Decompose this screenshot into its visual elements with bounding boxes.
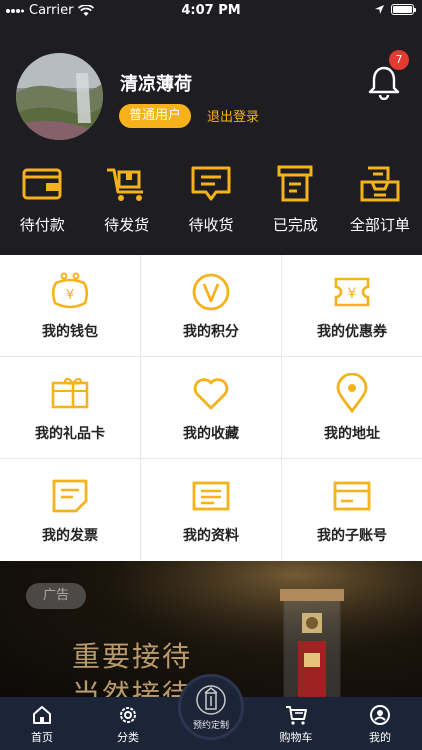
location-icon: [336, 372, 368, 413]
user-level-badge: 普通用户: [119, 104, 192, 128]
avatar[interactable]: [16, 53, 103, 140]
gift-card-icon: [51, 377, 89, 408]
menu-favorites[interactable]: 我的收藏: [141, 357, 281, 458]
sub-account-icon: [333, 481, 371, 511]
tab-category[interactable]: 分类: [93, 704, 163, 745]
order-all[interactable]: 全部订单: [338, 164, 422, 244]
menu-sub-account[interactable]: 我的子账号: [282, 459, 422, 561]
order-pending-payment[interactable]: 待付款: [0, 164, 84, 244]
svg-text:¥: ¥: [348, 286, 357, 302]
status-time: 4:07 PM: [181, 3, 241, 18]
location-arrow-icon: [375, 5, 384, 14]
menu-address[interactable]: 我的地址: [282, 357, 422, 458]
menu-gift-card[interactable]: 我的礼品卡: [0, 357, 140, 458]
username: 清凉薄荷: [120, 74, 192, 95]
purse-icon: ¥: [51, 272, 89, 308]
svg-text:¥: ¥: [66, 288, 74, 303]
coupon-icon: ¥: [334, 277, 370, 306]
order-pending-receipt[interactable]: 待收货: [169, 164, 253, 244]
tab-cart[interactable]: 购物车: [261, 704, 331, 745]
feature-grid: ¥ 我的钱包 我的积分 ¥ 我的优惠券 我的礼品卡 我的收藏 我的地址 我的发票…: [0, 255, 422, 561]
heart-icon: [193, 377, 229, 409]
monument-icon: [196, 684, 226, 715]
inbox-icon: [360, 166, 400, 202]
message-icon: [191, 166, 231, 201]
gear-icon: [120, 707, 136, 723]
order-completed[interactable]: 已完成: [253, 164, 337, 244]
screen: Carrier 4:07 PM 清凉薄荷 普通用户 退出登录 7 待付款 待发货…: [0, 0, 422, 750]
points-icon: [192, 273, 230, 310]
tab-mine[interactable]: 我的: [345, 704, 415, 745]
cart-icon: [106, 168, 143, 201]
tab-home[interactable]: 首页: [7, 704, 77, 745]
ad-tag: 广告: [26, 583, 86, 609]
liquor-bottle-image: [280, 589, 344, 697]
menu-coupons[interactable]: ¥ 我的优惠券: [282, 255, 422, 356]
status-bar: Carrier 4:07 PM: [0, 0, 422, 22]
menu-points[interactable]: 我的积分: [141, 255, 281, 356]
battery-icon: [391, 4, 416, 15]
notification-count-badge: 7: [389, 50, 409, 70]
invoice-icon: [52, 479, 88, 513]
order-status-bar: 待付款 待发货 待收货 已完成 全部订单: [0, 164, 422, 244]
menu-invoice[interactable]: 我的发票: [0, 459, 140, 561]
profile-card-icon: [192, 481, 230, 511]
home-icon: [33, 706, 51, 724]
profile-header: 清凉薄荷 普通用户 退出登录 7 待付款 待发货 待收货 已完成 全部订单: [0, 22, 422, 255]
wallet-icon: [22, 168, 62, 200]
ad-slogan-line2: 当然接待: [72, 678, 193, 697]
custom-order-button[interactable]: 预约定制: [178, 674, 244, 740]
menu-wallet[interactable]: ¥ 我的钱包: [0, 255, 140, 356]
ad-slogan-line1: 重要接待: [72, 640, 193, 673]
logout-link[interactable]: 退出登录: [207, 106, 259, 125]
user-icon: [370, 705, 390, 725]
menu-profile[interactable]: 我的资料: [141, 459, 281, 561]
shopping-cart-icon: [286, 706, 307, 725]
order-pending-shipment[interactable]: 待发货: [84, 164, 168, 244]
receipt-icon: [277, 165, 313, 202]
